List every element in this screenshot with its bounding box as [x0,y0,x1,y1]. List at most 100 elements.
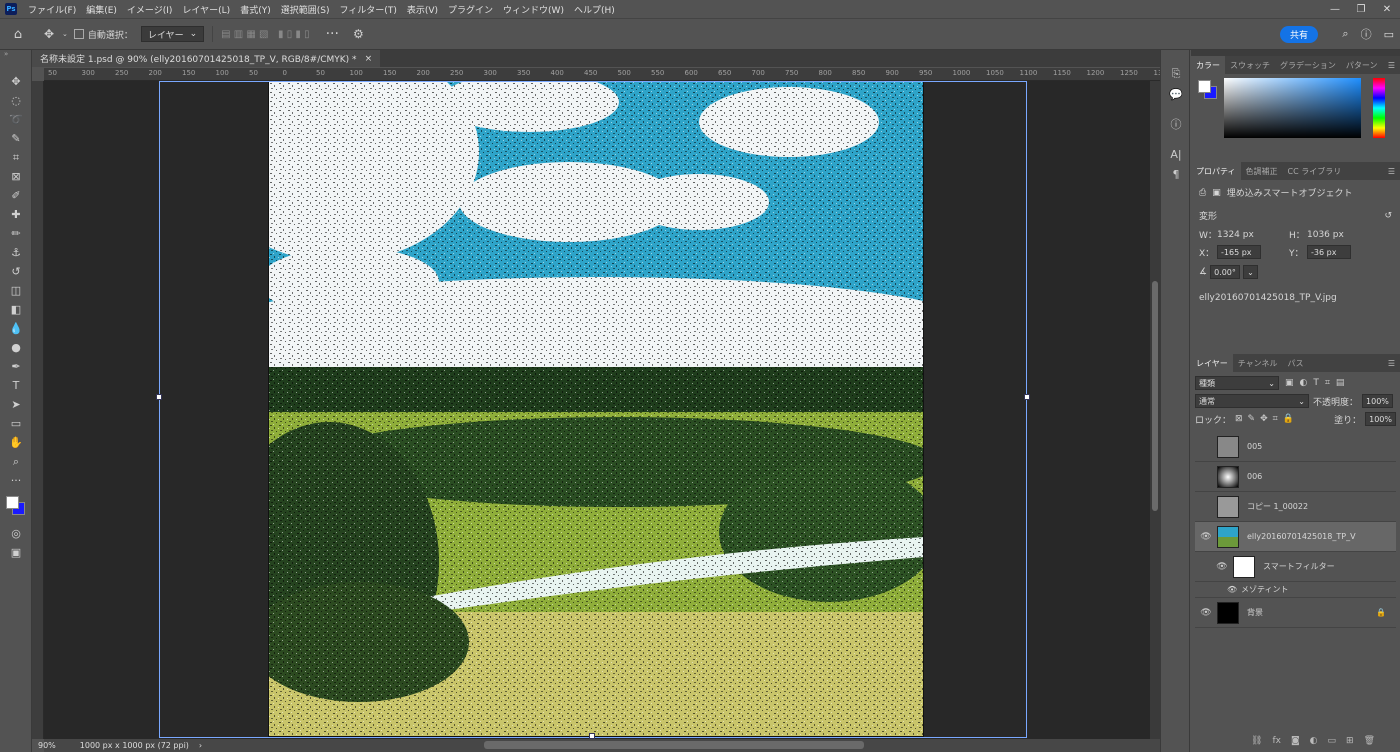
menu-item[interactable]: ヘルプ(H) [569,3,620,16]
panel-tab[interactable]: パターン [1341,56,1383,74]
blur-tool-icon[interactable]: 💧 [0,319,32,338]
panel-tab[interactable]: チャンネル [1233,354,1283,372]
folder-icon[interactable]: ▭ [1328,736,1337,746]
screen-mode-icon[interactable]: ▣ [0,543,32,562]
reset-icon[interactable]: ↺ [1384,211,1392,221]
eye-icon[interactable]: 👁 [1211,562,1233,572]
menu-item[interactable]: ファイル(F) [23,3,81,16]
menu-item[interactable]: プラグイン [443,3,498,16]
workspace-icon[interactable]: ▭ [1384,28,1394,41]
gear-icon[interactable]: ⚙ [353,27,364,41]
layer-row[interactable]: コピー 1_00022 [1195,492,1396,522]
history-brush-icon[interactable]: ↺ [0,262,32,281]
dodge-tool-icon[interactable]: ● [0,338,32,357]
blend-mode-dropdown[interactable]: 通常 ⌄ [1195,394,1309,408]
document-tab[interactable]: 名称未設定 1.psd @ 90% (elly20160701425018_TP… [32,50,381,67]
eraser-tool-icon[interactable]: ◫ [0,281,32,300]
eye-icon[interactable]: 👁 [1227,585,1241,594]
eye-icon[interactable]: 👁 [1195,532,1217,542]
crop-tool-icon[interactable]: ⌗ [0,148,32,167]
new-layer-icon[interactable]: ⊞ [1346,736,1354,746]
filter-row[interactable]: 👁 メゾティント [1195,582,1396,598]
restore-icon[interactable]: ❐ [1348,4,1374,15]
lasso-tool-icon[interactable]: ➰ [0,110,32,129]
history-icon[interactable]: ⎘ [1161,64,1191,84]
eye-icon[interactable]: 👁 [1195,608,1217,618]
adjustment-icon[interactable]: ◐ [1310,736,1318,746]
gradient-tool-icon[interactable]: ◧ [0,300,32,319]
layer-filter-dropdown[interactable]: 種類 ⌄ [1195,376,1279,390]
info-icon[interactable]: ⓘ [1161,114,1191,134]
hand-tool-icon[interactable]: ✋ [0,433,32,452]
healing-tool-icon[interactable]: ✚ [0,205,32,224]
panel-tab[interactable]: CC ライブラリ [1283,162,1347,180]
marquee-tool-icon[interactable]: ◌ [0,91,32,110]
w-value[interactable]: 1324 px [1217,230,1285,240]
zoom-level[interactable]: 90% [38,741,56,750]
layer-row-selected[interactable]: 👁 elly20160701425018_TP_V [1195,522,1396,552]
panel-menu-icon[interactable]: ☰ [1388,61,1395,70]
home-icon[interactable]: ⌂ [0,27,36,42]
menu-item[interactable]: 編集(E) [81,3,122,16]
panel-tab[interactable]: グラデーション [1275,56,1341,74]
zoom-tool-icon[interactable]: ⌕ [0,452,32,471]
minimize-icon[interactable]: — [1322,4,1348,15]
share-button[interactable]: 共有 [1279,26,1318,43]
move-tool-icon[interactable]: ✥ [0,72,32,91]
chevron-right-icon[interactable]: › [199,741,202,750]
layer-row[interactable]: 006 [1195,462,1396,492]
panel-tab[interactable]: パス [1283,354,1309,372]
auto-select-checkbox[interactable] [73,29,84,39]
layer-row[interactable]: 005 [1195,432,1396,462]
artwork-image[interactable] [268,81,924,737]
panel-tab[interactable]: カラー [1191,56,1225,74]
chevron-down-icon[interactable]: ⌄ [62,30,68,38]
color-swatches[interactable] [0,490,31,524]
canvas-area[interactable] [44,81,1150,739]
menu-item[interactable]: 表示(V) [402,3,443,16]
paragraph-icon[interactable]: ¶ [1161,164,1191,184]
stamp-tool-icon[interactable]: ⚓ [0,243,32,262]
mask-icon[interactable]: ◙ [1291,736,1300,746]
angle-field[interactable]: 0.00° [1210,265,1241,279]
vertical-scrollbar[interactable] [1150,81,1160,739]
foreground-color[interactable] [6,496,19,509]
close-tab-icon[interactable]: × [365,54,373,64]
y-field[interactable]: -36 px [1307,245,1351,259]
foreground-color[interactable] [1198,80,1211,93]
mask-icon[interactable]: ▣ [1212,188,1221,198]
move-tool-icon[interactable]: ✥ [36,27,62,41]
x-field[interactable]: -165 px [1217,245,1261,259]
panel-tab[interactable]: プロパティ [1191,162,1241,180]
panel-tab[interactable]: レイヤー [1191,354,1233,372]
chevron-down-icon[interactable]: ⌄ [1243,265,1258,279]
quick-select-tool-icon[interactable]: ✎ [0,129,32,148]
smart-filter-row[interactable]: 👁 スマートフィルター [1195,552,1396,582]
type-tool-icon[interactable]: T [0,376,32,395]
menu-item[interactable]: フィルター(T) [334,3,401,16]
more-tools-icon[interactable]: ··· [0,471,32,490]
fill-field[interactable]: 100% [1365,412,1396,426]
hue-slider[interactable] [1373,78,1385,138]
pen-tool-icon[interactable]: ✒ [0,357,32,376]
color-picker-field[interactable] [1224,78,1361,138]
scroll-thumb[interactable] [1152,281,1158,511]
horizontal-scrollbar[interactable] [44,739,1160,752]
menu-item[interactable]: 選択範囲(S) [276,3,335,16]
filter-icons[interactable]: ▣◐T⌗▤ [1285,378,1350,388]
collapse-icon[interactable]: » [0,50,31,72]
h-value[interactable]: 1036 px [1307,230,1344,240]
close-icon[interactable]: ✕ [1374,4,1400,15]
scroll-thumb[interactable] [484,741,864,749]
menu-item[interactable]: 書式(Y) [235,3,276,16]
comments-icon[interactable]: 💬 [1161,84,1191,104]
opacity-field[interactable]: 100% [1362,394,1393,408]
layer-row[interactable]: 👁 背景 🔒 [1195,598,1396,628]
character-icon[interactable]: A| [1161,144,1191,164]
document-info[interactable]: 1000 px x 1000 px (72 ppi) [80,741,189,750]
align-icons[interactable]: ▤ ▥ ▦ ▧ ▮ ▯ ▮ ▯ [221,29,309,40]
transform-handle[interactable] [1024,394,1030,400]
menu-item[interactable]: イメージ(I) [122,3,178,16]
eyedropper-tool-icon[interactable]: ✐ [0,186,32,205]
lock-icons[interactable]: ⊠✎✥⌗🔒 [1235,414,1299,424]
